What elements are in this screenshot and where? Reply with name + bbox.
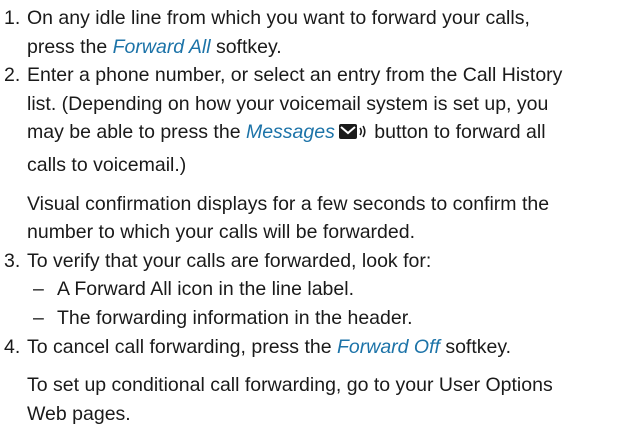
step-text-line: On any idle line from which you want to … [27, 7, 530, 29]
step-3: 3. To verify that your calls are forward… [0, 247, 626, 276]
step-number: 4. [4, 335, 21, 358]
softkey-forward-all: Forward All [112, 35, 211, 58]
instruction-document: 1. On any idle line from which you want … [0, 4, 626, 428]
softkey-forward-off: Forward Off [336, 335, 440, 358]
bullet-item: – The forwarding information in the heade… [0, 304, 626, 333]
softkey-messages: Messages [245, 121, 335, 144]
step-note-line: number to which your calls will be forwa… [27, 221, 416, 244]
step-text-line: To cancel call forwarding, press the For… [27, 333, 626, 362]
step-text: may be able to press the [27, 121, 246, 144]
step-text-line: To verify that your calls are forwarded,… [27, 249, 432, 272]
envelope-voicemail-icon [338, 122, 369, 151]
step-text-line: Enter a phone number, or select an entry… [27, 64, 563, 87]
bullet-item: – A Forward All icon in the line label. [0, 275, 626, 304]
step-text-line: calls to voicemail.) [27, 153, 187, 176]
bullet-dash: – [33, 278, 44, 301]
bullet-text: The forwarding information in the header… [57, 306, 413, 329]
step-2: 2. Enter a phone number, or select an en… [0, 61, 626, 247]
step-note-line: Web pages. [27, 402, 131, 425]
step-text-line: press the Forward All softkey. [27, 33, 626, 62]
bullet-dash: – [33, 306, 44, 329]
step-number: 3. [4, 249, 21, 272]
step-text: button to forward all [368, 121, 546, 144]
step-text: softkey. [439, 335, 512, 358]
step-number: 2. [4, 64, 21, 87]
step-text: To cancel call forwarding, press the [27, 335, 337, 358]
bullet-text: A Forward All icon in the line label. [57, 278, 354, 301]
step-number: 1. [4, 7, 21, 29]
step-1: 1. On any idle line from which you want … [0, 4, 626, 61]
step-text: press the [27, 35, 113, 58]
step-note-line: To set up conditional call forwarding, g… [27, 374, 553, 397]
step-4: 4. To cancel call forwarding, press the … [0, 333, 626, 428]
step-text: softkey. [210, 35, 282, 58]
step-note-line: Visual confirmation displays for a few s… [27, 192, 550, 215]
step-text-line: may be able to press the Messages button… [27, 118, 626, 151]
step-text-line: list. (Depending on how your voicemail s… [27, 92, 549, 115]
